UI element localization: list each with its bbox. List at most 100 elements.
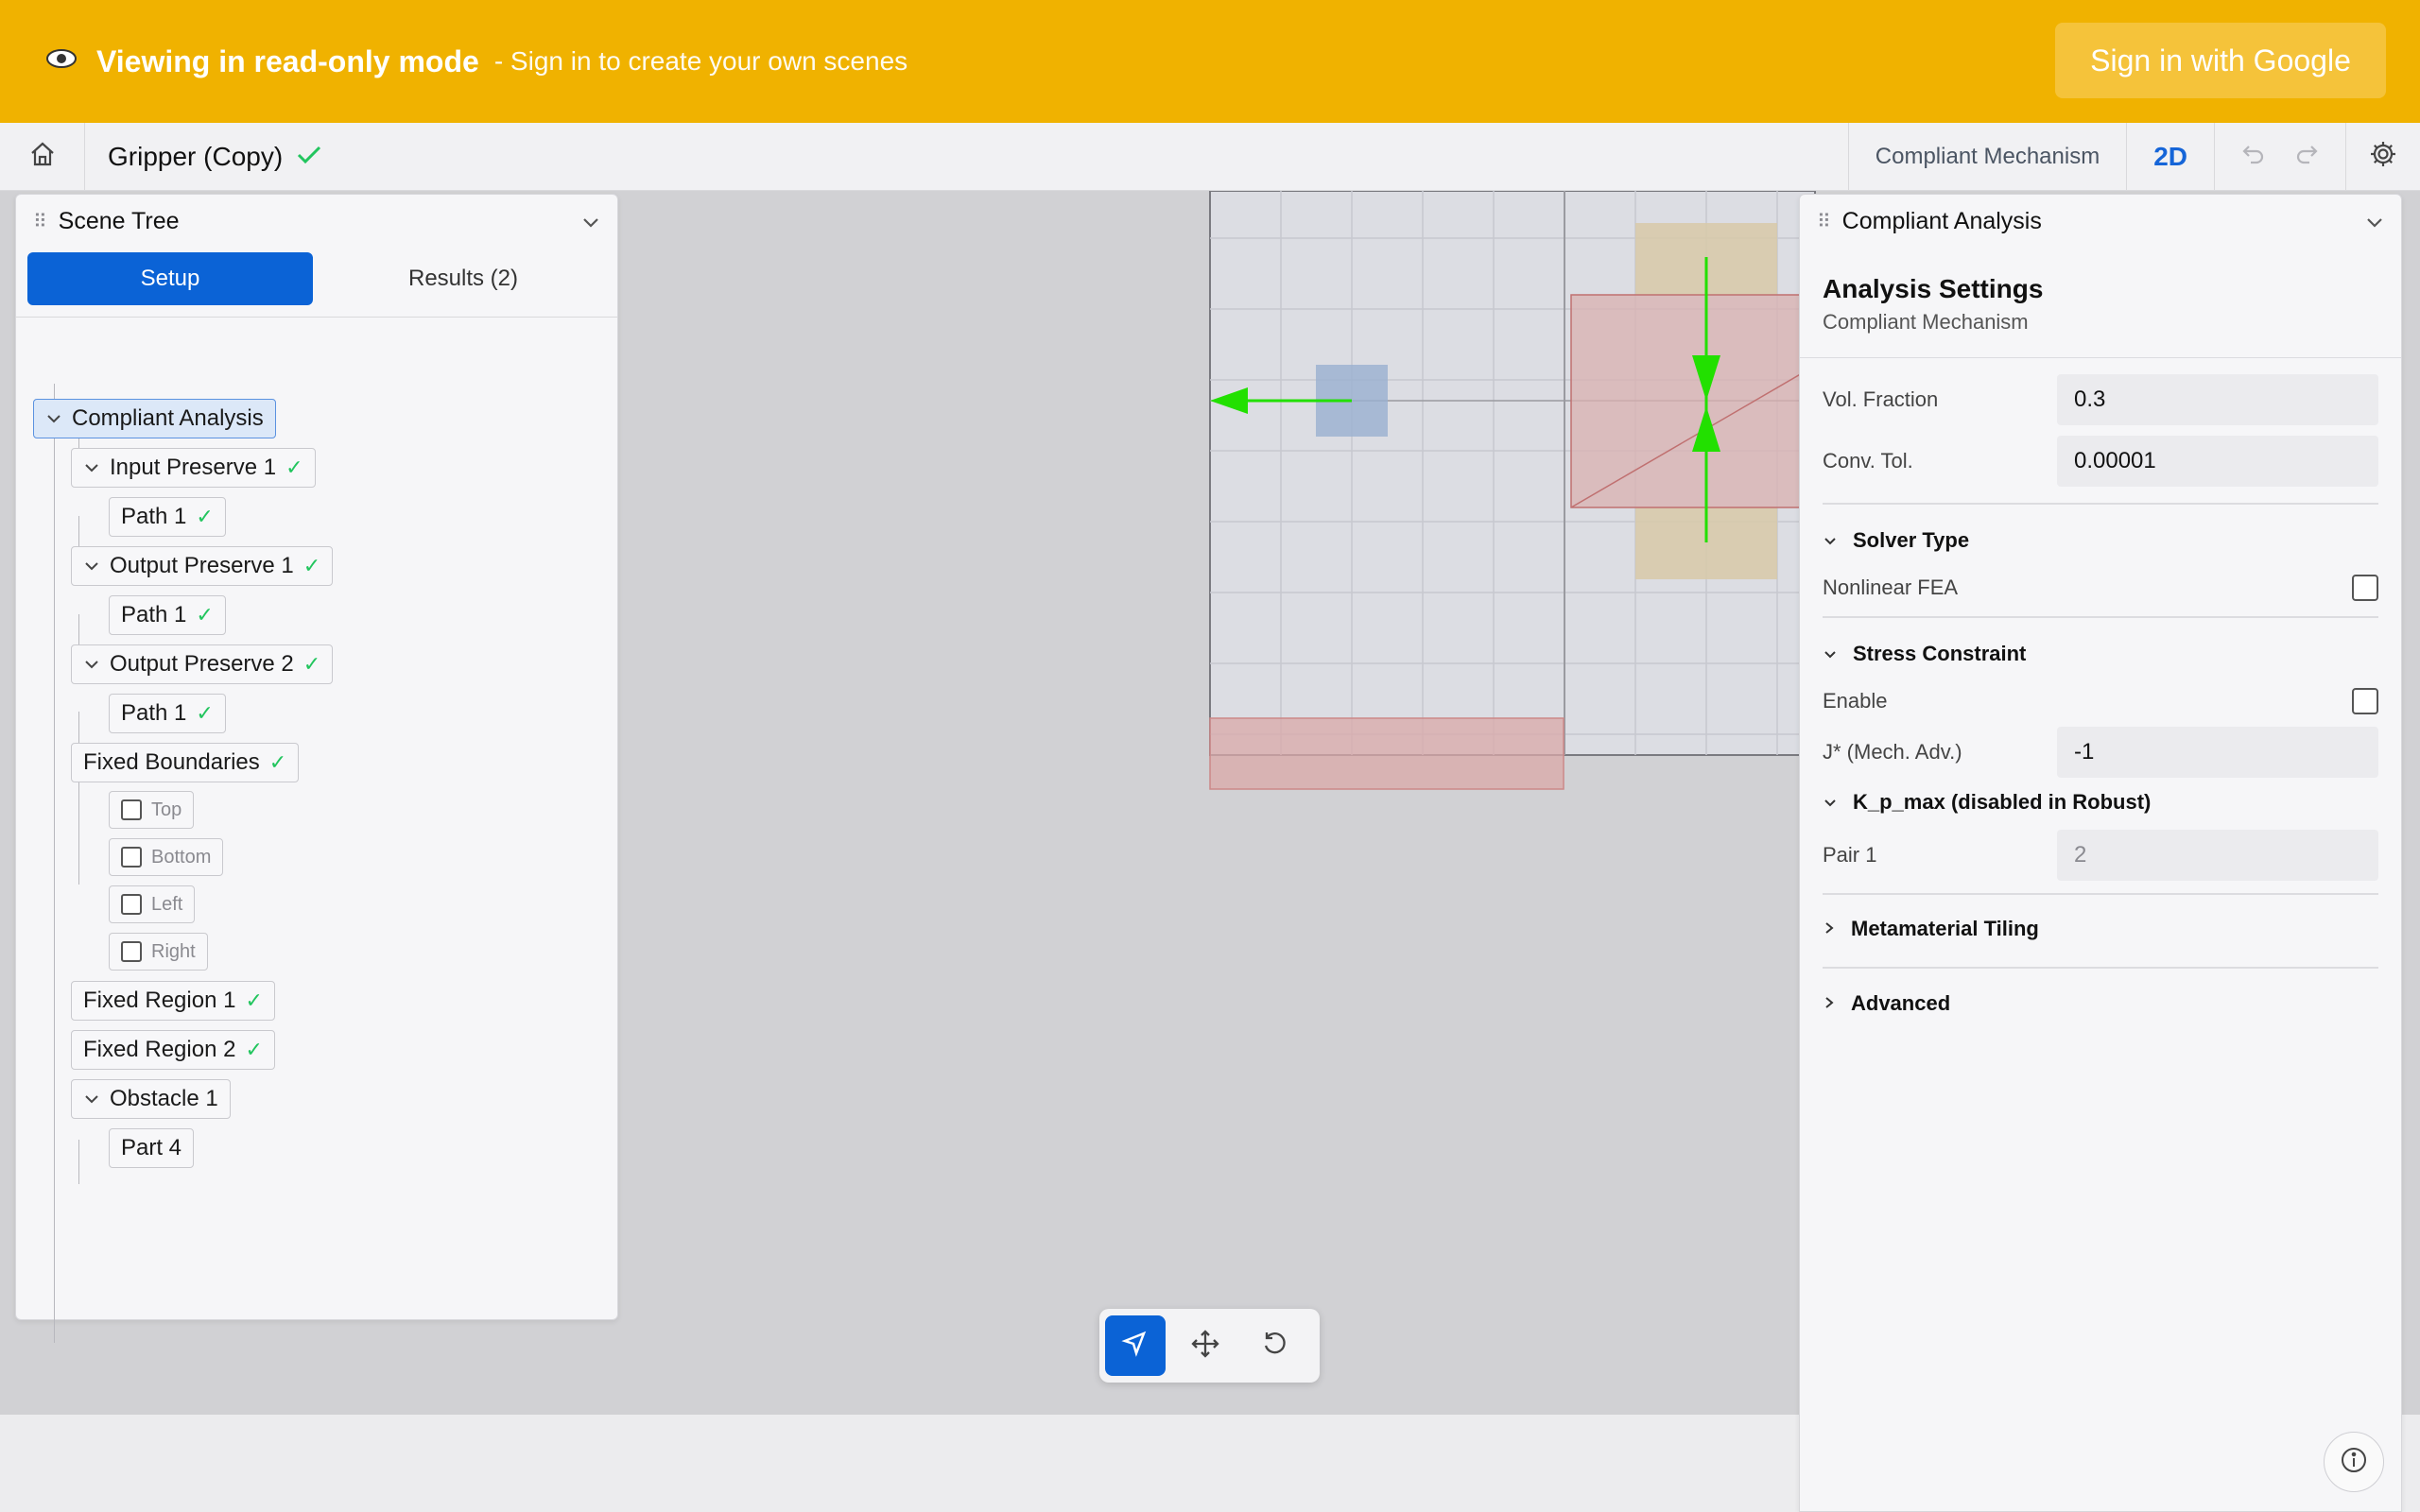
drag-handle-icon[interactable]: ⠿: [33, 210, 47, 233]
boundary-bottom-checkbox[interactable]: Bottom: [109, 838, 224, 876]
select-tool-button[interactable]: [1105, 1315, 1166, 1376]
vol-fraction-input[interactable]: 0.3: [2057, 374, 2378, 425]
chevron-down-icon: [1823, 528, 1838, 553]
checkbox[interactable]: [121, 847, 142, 868]
undo-icon[interactable]: [2241, 143, 2266, 172]
info-button[interactable]: [2324, 1432, 2384, 1492]
chevron-right-icon: [1823, 917, 1836, 941]
jstar-input[interactable]: -1: [2057, 727, 2378, 778]
chevron-down-icon[interactable]: [581, 208, 600, 235]
move-icon: [1190, 1329, 1220, 1364]
view-2d-toggle[interactable]: 2D: [2126, 123, 2214, 191]
stress-constraint-label: Stress Constraint: [1853, 642, 2027, 665]
scene-tree-title: Scene Tree: [58, 207, 180, 234]
pair1-input[interactable]: 2: [2057, 830, 2378, 881]
tree-node-label: Fixed Boundaries: [83, 749, 260, 775]
move-tool-button[interactable]: [1175, 1315, 1236, 1376]
conv-tol-input[interactable]: 0.00001: [2057, 436, 2378, 487]
chevron-down-icon[interactable]: [2365, 208, 2384, 235]
document-title: Gripper (Copy): [108, 142, 322, 172]
info-icon: [2339, 1445, 2369, 1480]
scene-tree-tabs: Setup Results (2): [16, 251, 617, 318]
tree-node-path[interactable]: Path 1 ✓: [109, 694, 226, 733]
kpmax-section[interactable]: K_p_max (disabled in Robust): [1823, 785, 2378, 819]
scene-tree-header[interactable]: ⠿ Scene Tree: [16, 195, 617, 248]
check-icon: ✓: [285, 455, 303, 479]
advanced-label: Advanced: [1851, 991, 1951, 1015]
tree-node-label: Fixed Region 2: [83, 1037, 236, 1062]
sign-in-google-button[interactable]: Sign in with Google: [2055, 23, 2386, 98]
chevron-down-icon[interactable]: [83, 655, 100, 675]
stress-enable-checkbox[interactable]: [2352, 688, 2378, 714]
boundary-right-checkbox[interactable]: Right: [109, 933, 208, 971]
jstar-row: J* (Mech. Adv.) -1: [1823, 727, 2378, 778]
metamaterial-label: Metamaterial Tiling: [1851, 917, 2039, 940]
analysis-panel-header[interactable]: ⠿ Compliant Analysis: [1800, 195, 2401, 248]
tree-node-path[interactable]: Path 1 ✓: [109, 497, 226, 537]
tree-node-part[interactable]: Part 4: [109, 1128, 195, 1168]
tree-node-label: Obstacle 1: [110, 1086, 218, 1111]
cursor-icon: [1121, 1330, 1150, 1363]
tree-node-output-preserve-1[interactable]: Output Preserve 1 ✓: [71, 546, 334, 586]
conv-tol-label: Conv. Tol.: [1823, 449, 1913, 472]
checkbox[interactable]: [121, 941, 142, 962]
divider: [1823, 967, 2378, 969]
checkbox-label: Top: [151, 799, 182, 820]
stress-enable-row: Enable: [1823, 682, 2378, 720]
eye-icon: [45, 45, 78, 77]
rotate-icon: [1261, 1330, 1289, 1363]
chevron-down-icon[interactable]: [83, 557, 100, 576]
tree-node-fixed-boundaries[interactable]: Fixed Boundaries ✓: [71, 743, 300, 782]
chevron-down-icon[interactable]: [83, 458, 100, 478]
tab-setup[interactable]: Setup: [27, 251, 313, 305]
tree-node-obstacle-1[interactable]: Obstacle 1: [71, 1079, 231, 1119]
home-button[interactable]: [0, 122, 85, 191]
chevron-right-icon: [1823, 991, 1836, 1016]
metamaterial-section[interactable]: Metamaterial Tiling: [1823, 910, 2378, 948]
nonlinear-label: Nonlinear FEA: [1823, 576, 1959, 599]
check-icon: ✓: [302, 652, 321, 676]
boundary-left-checkbox[interactable]: Left: [109, 885, 196, 923]
banner-subtitle: - Sign in to create your own scenes: [493, 46, 908, 76]
tree-connector: [78, 712, 79, 885]
rotate-tool-button[interactable]: [1245, 1315, 1305, 1376]
check-icon: ✓: [196, 603, 214, 627]
checkbox[interactable]: [121, 799, 142, 820]
tree-node-compliant-analysis[interactable]: Compliant Analysis: [33, 399, 276, 438]
tree-node-label: Compliant Analysis: [72, 405, 264, 431]
scene-tree: Compliant Analysis Input Preserve 1 ✓ Pa…: [16, 318, 617, 1343]
boundary-top-checkbox[interactable]: Top: [109, 791, 195, 829]
divider: [1823, 893, 2378, 895]
tree-node-label: Input Preserve 1: [110, 455, 277, 480]
vol-fraction-row: Vol. Fraction 0.3: [1823, 374, 2378, 425]
tree-node-label: Output Preserve 2: [110, 651, 294, 677]
chevron-down-icon[interactable]: [83, 1090, 100, 1109]
advanced-section[interactable]: Advanced: [1823, 985, 2378, 1022]
nonlinear-checkbox[interactable]: [2352, 575, 2378, 601]
enable-label: Enable: [1823, 689, 1888, 713]
analysis-panel: ⠿ Compliant Analysis Analysis Settings C…: [1799, 194, 2402, 1512]
analysis-panel-title: Compliant Analysis: [1841, 207, 2042, 234]
tab-results[interactable]: Results (2): [320, 252, 606, 305]
drag-handle-icon[interactable]: ⠿: [1817, 210, 1831, 233]
check-icon: ✓: [196, 505, 214, 528]
chevron-down-icon[interactable]: [45, 409, 62, 429]
tree-node-input-preserve-1[interactable]: Input Preserve 1 ✓: [71, 448, 316, 488]
mode-selector[interactable]: Compliant Mechanism: [1847, 123, 2126, 191]
pair1-label: Pair 1: [1823, 843, 1877, 867]
tree-node-fixed-region-1[interactable]: Fixed Region 1 ✓: [71, 981, 275, 1021]
tree-connector: [78, 1140, 79, 1184]
checkbox[interactable]: [121, 894, 142, 915]
tree-node-fixed-region-2[interactable]: Fixed Region 2 ✓: [71, 1030, 275, 1070]
settings-button[interactable]: [2345, 123, 2420, 191]
check-icon: ✓: [268, 750, 287, 774]
tree-node-path[interactable]: Path 1 ✓: [109, 595, 226, 635]
chevron-down-icon: [1823, 642, 1838, 666]
tree-node-label: Output Preserve 1: [110, 553, 294, 578]
stress-constraint-section[interactable]: Stress Constraint: [1823, 637, 2378, 671]
saved-check-icon: [296, 142, 322, 172]
redo-icon[interactable]: [2294, 143, 2319, 172]
pair1-row: Pair 1 2: [1823, 830, 2378, 881]
solver-type-section[interactable]: Solver Type: [1823, 524, 2378, 558]
tree-node-output-preserve-2[interactable]: Output Preserve 2 ✓: [71, 644, 334, 684]
